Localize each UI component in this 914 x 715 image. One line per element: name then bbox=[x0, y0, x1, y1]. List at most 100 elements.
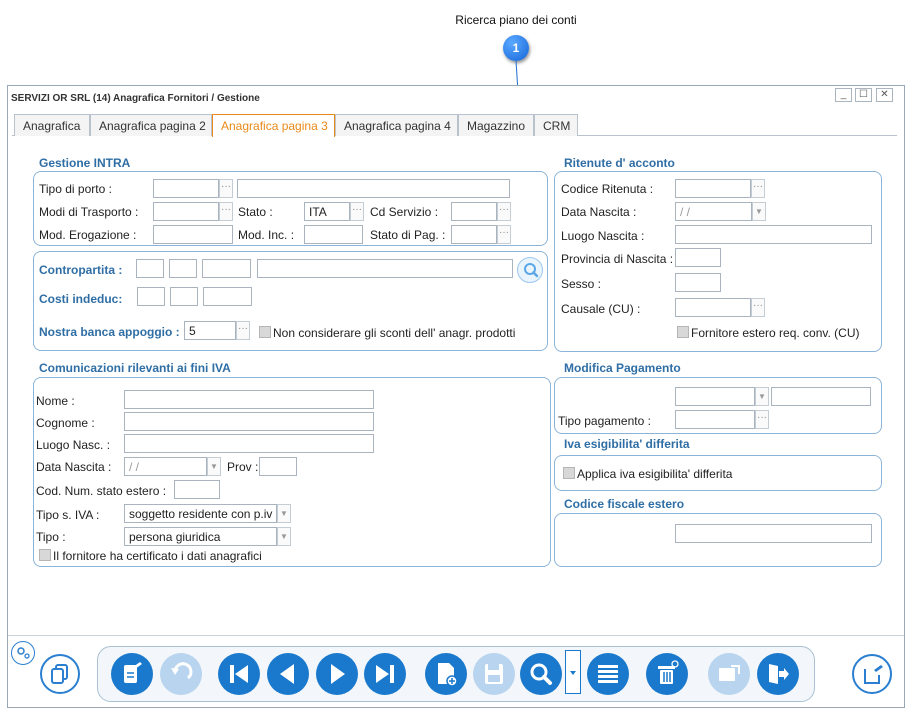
sesso-label: Sesso : bbox=[561, 277, 602, 291]
search-button[interactable] bbox=[520, 653, 562, 695]
luogo-nasc-field[interactable] bbox=[124, 434, 374, 453]
nostra-banca-field[interactable]: 5 bbox=[184, 321, 236, 340]
data-nascita-label: Data Nascita : bbox=[36, 460, 112, 474]
codice-fiscale-estero-field[interactable] bbox=[675, 524, 872, 543]
search-chart-of-accounts-button[interactable] bbox=[517, 257, 543, 283]
mod-inc-field[interactable] bbox=[304, 225, 363, 244]
costi-indeduc-field-2[interactable] bbox=[170, 287, 198, 306]
save-button[interactable] bbox=[473, 653, 515, 695]
contropartita-field-1[interactable] bbox=[136, 259, 164, 278]
next-icon bbox=[331, 664, 345, 684]
causale-cu-field[interactable] bbox=[675, 298, 751, 317]
tipo-porto-label: Tipo di porto : bbox=[39, 182, 112, 196]
tipo-dropdown[interactable]: ▼ bbox=[277, 527, 291, 546]
pagamento-select[interactable] bbox=[675, 387, 755, 406]
previous-icon bbox=[280, 664, 294, 684]
undo-button[interactable] bbox=[160, 653, 202, 695]
sesso-field[interactable] bbox=[675, 273, 721, 292]
tab-anagrafica[interactable]: Anagrafica bbox=[14, 114, 90, 136]
tipo-porto-lookup-button[interactable]: ··· bbox=[219, 179, 233, 198]
tipo-pagamento-field[interactable] bbox=[675, 410, 755, 429]
tab-crm[interactable]: CRM bbox=[534, 114, 578, 136]
pagamento-dropdown[interactable]: ▼ bbox=[755, 387, 769, 406]
next-record-button[interactable] bbox=[316, 653, 358, 695]
tab-anagrafica-pagina-4[interactable]: Anagrafica pagina 4 bbox=[335, 114, 458, 136]
edit-button[interactable] bbox=[111, 653, 153, 695]
tipo-porto-code-field[interactable] bbox=[153, 179, 219, 198]
cognome-field[interactable] bbox=[124, 412, 374, 431]
delete-button[interactable] bbox=[646, 653, 688, 695]
modi-trasporto-lookup-button[interactable]: ··· bbox=[219, 202, 233, 221]
section-title-ritenute: Ritenute d' acconto bbox=[564, 156, 675, 170]
last-record-button[interactable] bbox=[364, 653, 406, 695]
open-record-button[interactable] bbox=[852, 654, 892, 694]
exit-icon bbox=[769, 664, 789, 684]
stato-pag-label: Stato di Pag. : bbox=[370, 228, 446, 242]
ritenute-data-nascita-label: Data Nascita : bbox=[561, 205, 637, 219]
contropartita-label: Contropartita : bbox=[39, 263, 123, 277]
nostra-banca-label: Nostra banca appoggio : bbox=[39, 325, 180, 339]
ritenute-data-nascita-field[interactable]: / / bbox=[675, 202, 752, 221]
tipo-s-iva-select[interactable]: soggetto residente con p.iv bbox=[124, 504, 277, 523]
stato-pag-lookup-button[interactable]: ··· bbox=[497, 225, 511, 244]
applica-iva-esigibilita-checkbox[interactable] bbox=[563, 467, 575, 479]
stato-pag-field[interactable] bbox=[451, 225, 497, 244]
close-button[interactable]: ✕ bbox=[876, 88, 893, 102]
first-record-button[interactable] bbox=[218, 653, 260, 695]
data-nascita-dropdown[interactable]: ▼ bbox=[207, 457, 221, 476]
stato-lookup-button[interactable]: ··· bbox=[350, 202, 364, 221]
list-button[interactable] bbox=[587, 653, 629, 695]
non-considerare-sconti-label: Non considerare gli sconti dell' anagr. … bbox=[273, 326, 516, 340]
tab-anagrafica-pagina-3[interactable]: Anagrafica pagina 3 bbox=[212, 114, 335, 137]
previous-record-button[interactable] bbox=[267, 653, 309, 695]
section-title-codice-fiscale-estero: Codice fiscale estero bbox=[564, 497, 685, 511]
exit-button[interactable] bbox=[757, 653, 799, 695]
nostra-banca-lookup-button[interactable]: ··· bbox=[236, 321, 250, 340]
modi-trasporto-field[interactable] bbox=[153, 202, 219, 221]
cod-num-stato-estero-field[interactable] bbox=[174, 480, 220, 499]
fornitore-certificato-checkbox[interactable] bbox=[39, 549, 51, 561]
tipo-pagamento-lookup-button[interactable]: ··· bbox=[755, 410, 769, 429]
export-button[interactable] bbox=[708, 653, 750, 695]
tab-magazzino[interactable]: Magazzino bbox=[458, 114, 534, 136]
tipo-select[interactable]: persona giuridica bbox=[124, 527, 277, 546]
prov-field[interactable] bbox=[259, 457, 297, 476]
nome-field[interactable] bbox=[124, 390, 374, 409]
codice-ritenuta-label: Codice Ritenuta : bbox=[561, 182, 654, 196]
section-title-gestione-intra: Gestione INTRA bbox=[39, 156, 131, 170]
maximize-button[interactable]: ☐ bbox=[855, 88, 872, 102]
tipo-porto-description-field[interactable] bbox=[237, 179, 510, 198]
codice-ritenuta-field[interactable] bbox=[675, 179, 751, 198]
provincia-nascita-field[interactable] bbox=[675, 248, 721, 267]
mod-erogazione-field[interactable] bbox=[153, 225, 233, 244]
non-considerare-sconti-checkbox[interactable] bbox=[259, 326, 271, 338]
cd-servizio-lookup-button[interactable]: ··· bbox=[497, 202, 511, 221]
tab-anagrafica-pagina-2[interactable]: Anagrafica pagina 2 bbox=[90, 114, 212, 136]
costi-indeduc-field-3[interactable] bbox=[203, 287, 252, 306]
codice-ritenuta-lookup-button[interactable]: ··· bbox=[751, 179, 765, 198]
stato-field[interactable]: ITA bbox=[304, 202, 350, 221]
tipo-s-iva-dropdown[interactable]: ▼ bbox=[277, 504, 291, 523]
data-nascita-field[interactable]: / / bbox=[124, 457, 207, 476]
minimize-button[interactable]: _ bbox=[835, 88, 852, 102]
pagamento-description-field[interactable] bbox=[771, 387, 871, 406]
copy-button[interactable] bbox=[40, 654, 80, 694]
settings-button[interactable] bbox=[11, 641, 35, 665]
causale-cu-lookup-button[interactable]: ··· bbox=[751, 298, 765, 317]
fornitore-estero-checkbox[interactable] bbox=[677, 326, 689, 338]
contropartita-field-3[interactable] bbox=[202, 259, 251, 278]
delete-icon bbox=[658, 660, 679, 684]
cd-servizio-field[interactable] bbox=[451, 202, 497, 221]
luogo-nascita-field[interactable] bbox=[675, 225, 872, 244]
ritenute-data-nascita-dropdown[interactable]: ▼ bbox=[752, 202, 766, 221]
contropartita-description-field[interactable] bbox=[257, 259, 513, 278]
applica-iva-esigibilita-label: Applica iva esigibilita' differita bbox=[577, 467, 733, 481]
fornitore-estero-label: Fornitore estero req. conv. (CU) bbox=[691, 326, 860, 340]
costi-indeduc-field-1[interactable] bbox=[137, 287, 165, 306]
settings-icon bbox=[17, 647, 30, 659]
new-document-button[interactable] bbox=[425, 653, 467, 695]
callout-label: Ricerca piano dei conti bbox=[455, 13, 577, 27]
mod-erogazione-label: Mod. Erogazione : bbox=[39, 228, 137, 242]
search-options-dropdown[interactable] bbox=[565, 650, 581, 694]
contropartita-field-2[interactable] bbox=[169, 259, 197, 278]
